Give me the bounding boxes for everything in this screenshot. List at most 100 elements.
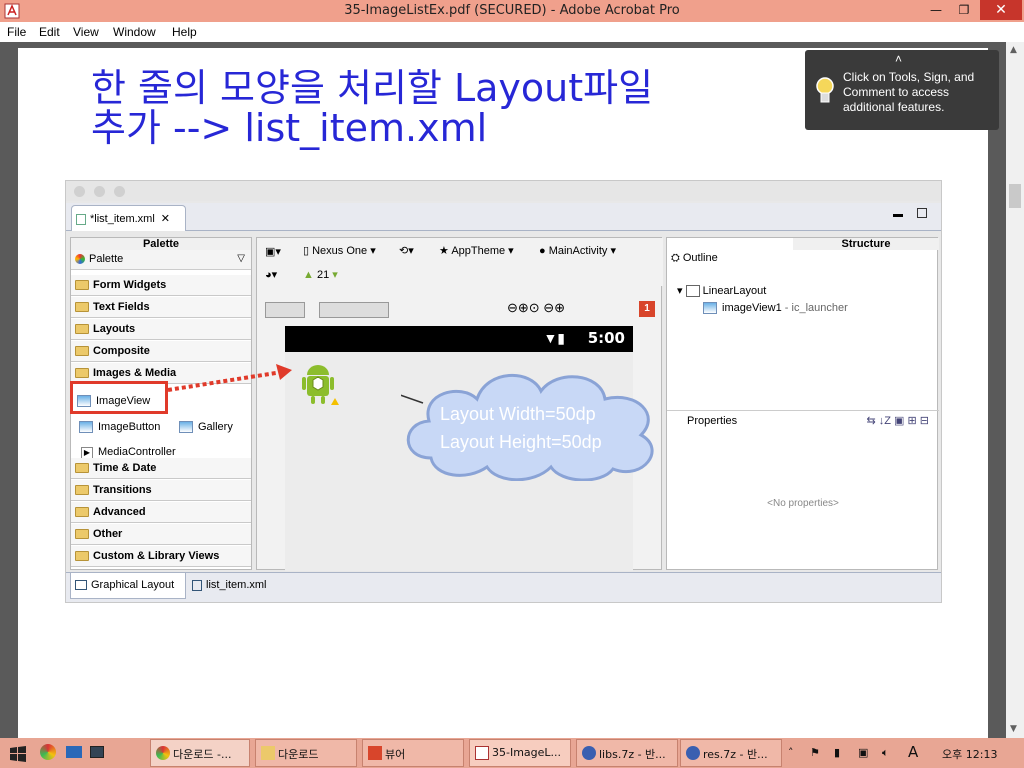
properties-header: Properties ⇆ ↓Z ▣ ⊞ ⊟ (667, 410, 939, 432)
tray-network-icon[interactable]: ▣ (858, 746, 868, 759)
task-chrome-download[interactable]: 다운로드 -... (150, 739, 250, 767)
layout-action-bar: ⊖⊕⊙ ⊖⊕ 1 (257, 300, 663, 320)
category-time-date[interactable]: Time & Date (71, 458, 251, 479)
system-clock[interactable]: 오후 12:13 (942, 746, 997, 762)
activity-selector[interactable]: ● MainActivity ▾ (539, 244, 616, 257)
outline-node-linearlayout[interactable]: ▾ LinearLayout (677, 284, 766, 298)
imageview-icon (703, 302, 717, 315)
tray-expand-icon[interactable]: ˄ (788, 746, 794, 759)
pdf-page: 한 줄의 모양을 처리할 Layout파일 추가 --> list_item.x… (18, 48, 988, 738)
layout-mode-buttons[interactable] (265, 302, 305, 318)
taskbar: 다운로드 -... 다운로드 뷰어 35-ImageL... libs.7z -… (0, 738, 1024, 768)
document-viewer[interactable]: 한 줄의 모양을 처리할 Layout파일 추가 --> list_item.x… (0, 42, 1024, 738)
android-status-bar: ▼▮ 5:00 (285, 326, 633, 352)
xml-file-icon (76, 213, 86, 225)
category-advanced[interactable]: Advanced (71, 502, 251, 523)
node-label: imageView1 (722, 302, 782, 314)
minimize-button[interactable]: — (922, 0, 950, 20)
tools-tooltip[interactable]: ˄ Click on Tools, Sign, and Comment to a… (805, 50, 999, 130)
minimize-editor-icon[interactable]: ▬ (893, 209, 903, 220)
device-selector[interactable]: ▯ Nexus One ▾ (303, 244, 376, 257)
slide-heading: 한 줄의 모양을 처리할 Layout파일 추가 --> list_item.x… (91, 68, 653, 148)
task-label: 다운로드 -... (173, 748, 232, 761)
chrome-pinned-icon[interactable] (40, 744, 56, 760)
tab-xml-source[interactable]: list_item.xml (192, 579, 267, 591)
tray-flag-icon[interactable]: ⚑ (810, 746, 820, 759)
category-label: Images & Media (93, 367, 177, 379)
task-download-folder[interactable]: 다운로드 (255, 739, 357, 767)
vertical-scrollbar[interactable]: ▲ ▼ (1006, 42, 1024, 738)
category-other[interactable]: Other (71, 524, 251, 545)
windows-start-icon[interactable] (10, 746, 26, 762)
outline-node-imageview1[interactable]: imageView1 - ic_launcher (703, 302, 848, 315)
task-label: 35-ImageL... (492, 746, 562, 759)
task-res-7z[interactable]: res.7z - 반... (680, 739, 782, 767)
locale-globe-icon[interactable]: ◕▾ (265, 268, 277, 281)
pinned-app-icon[interactable] (66, 746, 82, 758)
menu-view[interactable]: View (73, 25, 99, 39)
tooltip-text: Click on Tools, Sign, and Comment to acc… (843, 70, 975, 114)
editor-bottom-tabs: Graphical Layout list_item.xml (66, 572, 941, 602)
category-text-fields[interactable]: Text Fields (71, 297, 251, 318)
palette-globe-icon (75, 254, 85, 265)
task-label: res.7z - 반... (703, 748, 768, 761)
palette-selector[interactable]: Palette ▽ (71, 250, 251, 270)
chevron-up-icon[interactable]: ˄ (895, 52, 902, 66)
restore-button[interactable]: ❐ (950, 0, 978, 20)
category-transitions[interactable]: Transitions (71, 480, 251, 501)
task-label: 다운로드 (278, 748, 319, 761)
error-badge[interactable]: 1 (639, 301, 655, 317)
task-label: libs.7z - 반... (599, 748, 666, 761)
api-level-selector[interactable]: ▲ 21 ▾ (303, 268, 338, 281)
menu-file[interactable]: File (7, 25, 26, 39)
theme-label: AppTheme (451, 245, 506, 257)
close-button[interactable]: ✕ (980, 0, 1022, 20)
category-composite[interactable]: Composite (71, 341, 251, 362)
no-properties-text: <No properties> (767, 498, 839, 509)
palette-item-gallery[interactable]: Gallery (179, 421, 233, 434)
callout-text: Layout Width=50dp Layout Height=50dp (440, 400, 660, 456)
tray-device-icon[interactable]: ▮ (834, 746, 840, 759)
pinned-app-icon[interactable] (90, 746, 104, 758)
tab-graphical-layout[interactable]: Graphical Layout (70, 573, 186, 599)
menu-window[interactable]: Window (113, 25, 156, 39)
window-dot (114, 186, 125, 197)
scroll-thumb[interactable] (1009, 184, 1021, 208)
maximize-editor-icon[interactable] (917, 208, 927, 218)
folder-icon (75, 346, 89, 356)
zoom-controls[interactable]: ⊖⊕⊙ ⊖⊕ (507, 300, 565, 316)
task-acrobat[interactable]: 35-ImageL... (469, 739, 571, 767)
tab-list-item-xml[interactable]: *list_item.xml ✕ (71, 205, 186, 231)
xml-file-icon (192, 579, 202, 591)
palette-item-imagebutton[interactable]: ImageButton (79, 421, 160, 434)
category-form-widgets[interactable]: Form Widgets (71, 275, 251, 296)
category-custom-library-views[interactable]: Custom & Library Views (71, 546, 251, 567)
task-viewer[interactable]: 뷰어 (362, 739, 464, 767)
tray-volume-icon[interactable]: 🔈︎ (882, 746, 889, 760)
menu-edit[interactable]: Edit (39, 25, 60, 39)
properties-toolbar-icons[interactable]: ⇆ ↓Z ▣ ⊞ ⊟ (867, 414, 930, 427)
ime-indicator[interactable]: A (908, 743, 918, 761)
chevron-down-icon[interactable]: ▽ (237, 253, 245, 264)
task-libs-7z[interactable]: libs.7z - 반... (576, 739, 678, 767)
orientation-icon[interactable]: ⟲▾ (399, 244, 414, 257)
config-dropdown-icon[interactable]: ▣▾ (265, 245, 281, 258)
folder-icon (261, 746, 275, 760)
window-dot (94, 186, 105, 197)
node-src: - ic_launcher (781, 302, 848, 314)
scroll-down-icon[interactable]: ▼ (1010, 724, 1017, 734)
close-tab-icon[interactable]: ✕ (161, 213, 170, 225)
ide-screenshot: *list_item.xml ✕ ▬ Palette Palette ▽ Form… (65, 180, 942, 603)
window-title: 35-ImageListEx.pdf (SECURED) - Adobe Acr… (344, 3, 680, 18)
menu-help[interactable]: Help (172, 25, 197, 39)
scroll-up-icon[interactable]: ▲ (1010, 45, 1017, 55)
palette-header-label: Palette (142, 238, 180, 250)
category-layouts[interactable]: Layouts (71, 319, 251, 340)
mac-window-bar (66, 181, 941, 201)
folder-icon (75, 529, 89, 539)
archive-icon (582, 746, 596, 760)
resize-buttons[interactable] (319, 302, 389, 318)
editor-tab-bar: *list_item.xml ✕ ▬ (66, 203, 941, 231)
imageview-highlight-box (70, 381, 168, 414)
theme-selector[interactable]: ★ AppTheme ▾ (439, 244, 514, 257)
